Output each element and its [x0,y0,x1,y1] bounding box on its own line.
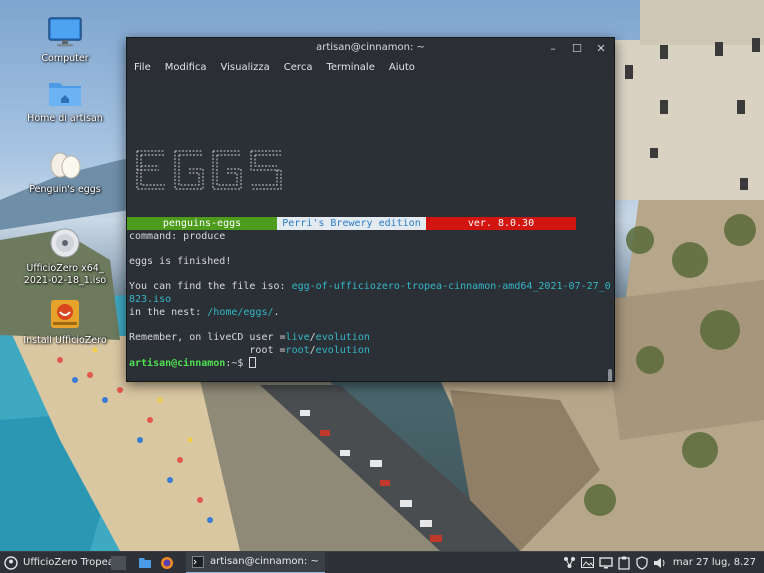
disc-icon [50,228,80,258]
close-button[interactable]: ✕ [594,41,608,55]
terminal-output[interactable]: penguins-eggs Perri's Brewery edition ve… [127,77,614,381]
output-root-user: root [285,345,310,356]
clipboard-icon[interactable] [617,556,631,570]
show-desktop-icon[interactable] [111,555,126,570]
network-icon[interactable] [563,556,577,570]
menu-cerca[interactable]: Cerca [284,62,313,73]
terminal-scrollbar[interactable] [608,369,612,381]
gallery-icon[interactable] [581,556,595,570]
shell-prompt-line[interactable]: artisan@cinnamon:~$ [129,357,257,370]
banner-version: ver. 8.0.30 [426,217,576,230]
terminal-titlebar[interactable]: artisan@cinnamon: ~ – ☐ ✕ [127,38,614,58]
start-menu-label: UfficioZero Tropea [23,557,114,568]
eggs-icon [50,152,81,179]
output-iso-prefix: You can find the file iso: [129,281,292,292]
output-live-pass: evolution [315,332,370,343]
output-iso-filename-cont: 823.iso [129,294,172,305]
desktop-icon-label: UfficioZero x64_ 2021-02-18_1.iso [23,263,107,286]
shield-icon[interactable] [635,555,649,570]
output-nest-line: in the nest: /home/eggs/. [129,306,280,319]
output-nest-path: /home/eggs/ [207,307,274,318]
terminal-app-icon [192,555,204,568]
terminal-menubar: File Modifica Visualizza Cerca Terminale… [127,58,614,77]
output-nest-prefix: in the nest: [129,307,208,318]
display-icon[interactable] [599,556,613,570]
menu-aiuto[interactable]: Aiuto [389,62,415,73]
output-iso-line: You can find the file iso: egg-of-uffici… [129,280,611,293]
output-root-pass: evolution [315,345,370,356]
output-iso-filename: egg-of-ufficiozero-tropea-cinnamon-amd64… [291,281,611,292]
output-remember-line: Remember, on liveCD user =live/evolution [129,331,370,344]
desktop-icon-label: Computer [41,53,89,64]
output-live-user: live [285,332,310,343]
monitor-icon [48,17,82,47]
desktop-icon-installer[interactable]: Install UfficioZero [23,297,107,347]
folder-home-icon [49,83,81,106]
banner-edition: Perri's Brewery edition [277,217,426,230]
output-root-line: root =root/evolution [129,344,370,357]
menu-modifica[interactable]: Modifica [165,62,207,73]
clock[interactable]: mar 27 lug, 8.27 [673,557,756,568]
menu-visualizza[interactable]: Visualizza [221,62,270,73]
taskbar-task-label: artisan@cinnamon: ~ [210,556,319,567]
volume-icon[interactable] [653,556,667,570]
terminal-window[interactable]: artisan@cinnamon: ~ – ☐ ✕ File Modifica … [126,37,615,382]
minimize-button[interactable]: – [546,41,560,55]
menu-file[interactable]: File [134,62,151,73]
desktop-icon-label: Home di artisan [27,113,103,124]
output-root-prefix: root = [129,345,286,356]
installer-icon [51,300,79,328]
output-nest-suffix: . [273,307,280,318]
menu-terminale[interactable]: Terminale [326,62,374,73]
output-finished: eggs is finished! [129,256,232,267]
desktop-icon-label: Install UfficioZero [23,335,107,346]
files-launcher-icon[interactable] [138,556,152,570]
eggs-ascii-logo [136,150,282,190]
text-cursor [249,357,257,368]
desktop-icon-penguins-eggs[interactable]: Penguin's eggs [23,150,107,196]
maximize-button[interactable]: ☐ [570,41,584,55]
taskbar-task-terminal[interactable]: artisan@cinnamon: ~ [186,551,325,573]
desktop-icon-home[interactable]: Home di artisan [23,77,107,125]
prompt-suffix: :~$ [225,358,250,369]
desktop-icon-computer[interactable]: Computer [23,15,107,65]
eggs-version-banner: penguins-eggs Perri's Brewery edition ve… [127,217,576,230]
desktop-icon-iso[interactable]: UfficioZero x64_ 2021-02-18_1.iso [23,227,107,287]
window-title: artisan@cinnamon: ~ [316,42,425,53]
output-remember-prefix: Remember, on liveCD user = [129,332,286,343]
prompt-user-host: artisan@cinnamon [129,358,226,369]
menu-logo-icon [4,555,18,570]
banner-name: penguins-eggs [127,217,277,230]
desktop-icon-label: Penguin's eggs [29,184,101,195]
taskbar: UfficioZero Tropea artisan@cinnamon: ~ m… [0,551,764,573]
firefox-launcher-icon[interactable] [160,556,174,570]
output-command: command: produce [129,231,226,242]
